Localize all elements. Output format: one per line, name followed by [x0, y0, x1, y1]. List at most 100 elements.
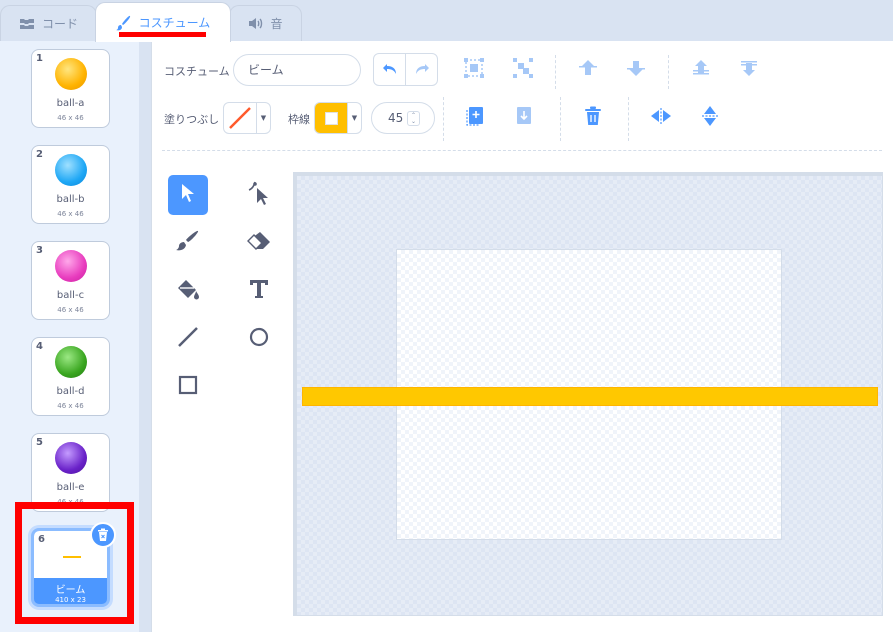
toolbar-bottom-divider	[162, 150, 882, 151]
paint-canvas[interactable]	[293, 172, 883, 616]
costume-name: ball-a	[56, 98, 85, 109]
costume-thumbnail	[55, 442, 87, 474]
costume-thumbnail	[55, 58, 87, 90]
tab-code-label: コード	[41, 17, 78, 31]
stroke-width-input[interactable]: 45 ⌃ ⌄	[371, 102, 435, 134]
costume-size: 46 x 46	[57, 498, 84, 506]
rectangle-tool[interactable]	[168, 367, 208, 407]
costume-name: ball-b	[56, 194, 85, 205]
stroke-color-picker[interactable]: ▼	[314, 102, 362, 134]
fill-color-picker[interactable]: ▼	[223, 102, 271, 134]
flip-horizontal-button[interactable]	[648, 105, 674, 131]
costume-thumbnail	[55, 250, 87, 282]
trash-icon	[584, 106, 602, 130]
circle-tool[interactable]	[239, 319, 279, 359]
costume-item-6[interactable]: 6 ビーム 410 x 23	[31, 522, 116, 607]
arrow-top-icon	[690, 58, 712, 82]
costume-number: 4	[36, 341, 43, 352]
flip-horizontal-icon	[650, 107, 672, 129]
eraser-icon	[247, 231, 271, 255]
reshape-tool[interactable]	[239, 175, 279, 215]
paint-bucket-icon	[176, 278, 200, 304]
redo-icon	[414, 60, 430, 79]
costume-number: 3	[36, 245, 43, 256]
undo-redo-group	[373, 53, 438, 86]
flip-vertical-button[interactable]	[697, 105, 723, 131]
stroke-width-stepper[interactable]: ⌃ ⌄	[407, 111, 420, 126]
paste-icon	[514, 105, 534, 131]
costume-item-4[interactable]: 4 ball-d 46 x 46	[31, 337, 110, 416]
toolbar-divider	[555, 55, 556, 89]
stroke-width-value: 45	[388, 111, 404, 125]
costume-item-1[interactable]: 1 ball-a 46 x 46	[31, 49, 110, 128]
costume-size: 46 x 46	[57, 114, 84, 122]
costume-size: 410 x 23	[55, 596, 86, 604]
forward-button[interactable]	[575, 57, 601, 83]
rectangle-icon	[177, 374, 199, 400]
costume-name: ビーム	[55, 585, 86, 596]
trash-icon	[97, 526, 109, 545]
beam-thumbnail	[63, 556, 81, 558]
arrow-up-icon	[577, 58, 599, 82]
sidebar-scrollbar[interactable]	[139, 41, 151, 632]
eraser-tool[interactable]	[239, 223, 279, 263]
costume-item-5[interactable]: 5 ball-e 46 x 46	[31, 433, 110, 512]
group-button[interactable]	[461, 57, 487, 83]
fill-swatch	[224, 103, 256, 133]
costume-size: 46 x 46	[57, 210, 84, 218]
stroke-label: 枠線	[288, 113, 310, 126]
fill-label: 塗りつぶし	[164, 113, 220, 126]
reshape-icon	[248, 181, 270, 209]
copy-button[interactable]	[463, 105, 489, 131]
tab-costumes-label: コスチューム	[138, 16, 211, 30]
fill-tool[interactable]	[168, 271, 208, 311]
tab-sounds-label: 音	[270, 17, 283, 31]
arrow-bottom-icon	[738, 58, 760, 82]
costume-number: 5	[36, 437, 43, 448]
costume-name: ball-c	[56, 290, 85, 301]
code-blocks-icon	[19, 17, 35, 30]
chevron-down-icon: ▼	[347, 103, 361, 133]
brush-tool[interactable]	[168, 223, 208, 263]
paintbrush-icon	[176, 230, 200, 256]
back-button[interactable]	[736, 57, 762, 83]
toolbar-divider	[560, 97, 561, 141]
ungroup-icon	[512, 57, 534, 83]
paintbrush-icon	[115, 15, 132, 31]
costume-size: 46 x 46	[57, 306, 84, 314]
tab-code[interactable]: コード	[0, 5, 97, 41]
costume-number: 1	[36, 53, 43, 64]
undo-button[interactable]	[374, 54, 405, 85]
copy-icon	[466, 105, 486, 131]
group-icon	[463, 57, 485, 83]
costume-number: 2	[36, 149, 43, 160]
backward-button[interactable]	[623, 57, 649, 83]
beam-shape[interactable]	[302, 387, 878, 406]
text-tool[interactable]	[239, 271, 279, 311]
tab-sounds[interactable]: 音	[229, 5, 302, 41]
costume-name-label: コスチューム	[164, 65, 230, 78]
costume-item-2[interactable]: 2 ball-b 46 x 46	[31, 145, 110, 224]
ungroup-button[interactable]	[510, 57, 536, 83]
undo-icon	[382, 60, 398, 79]
paste-button[interactable]	[511, 105, 537, 131]
front-button[interactable]	[688, 57, 714, 83]
costume-thumbnail	[55, 154, 87, 186]
delete-button[interactable]	[580, 105, 606, 131]
redo-button[interactable]	[405, 54, 437, 85]
tab-highlight	[119, 32, 206, 37]
line-tool[interactable]	[168, 319, 208, 359]
costume-name: ball-d	[56, 386, 85, 397]
paint-editor: コスチューム ビーム 塗りつぶし ▼ 枠線 ▼ 45 ⌃ ⌄	[152, 41, 893, 632]
costume-list: 1 ball-a 46 x 46 2 ball-b 46 x 46 3 ball…	[0, 41, 152, 632]
select-tool[interactable]	[168, 175, 208, 215]
costume-name: ball-e	[56, 482, 85, 493]
circle-icon	[248, 326, 270, 352]
delete-costume-button[interactable]	[90, 522, 116, 548]
costume-item-3[interactable]: 3 ball-c 46 x 46	[31, 241, 110, 320]
toolbar-divider	[443, 97, 444, 141]
chevron-down-icon: ▼	[256, 103, 270, 133]
costume-name-input[interactable]: ビーム	[233, 54, 361, 86]
toolbar-divider	[668, 55, 669, 89]
toolbar-divider	[628, 97, 629, 141]
